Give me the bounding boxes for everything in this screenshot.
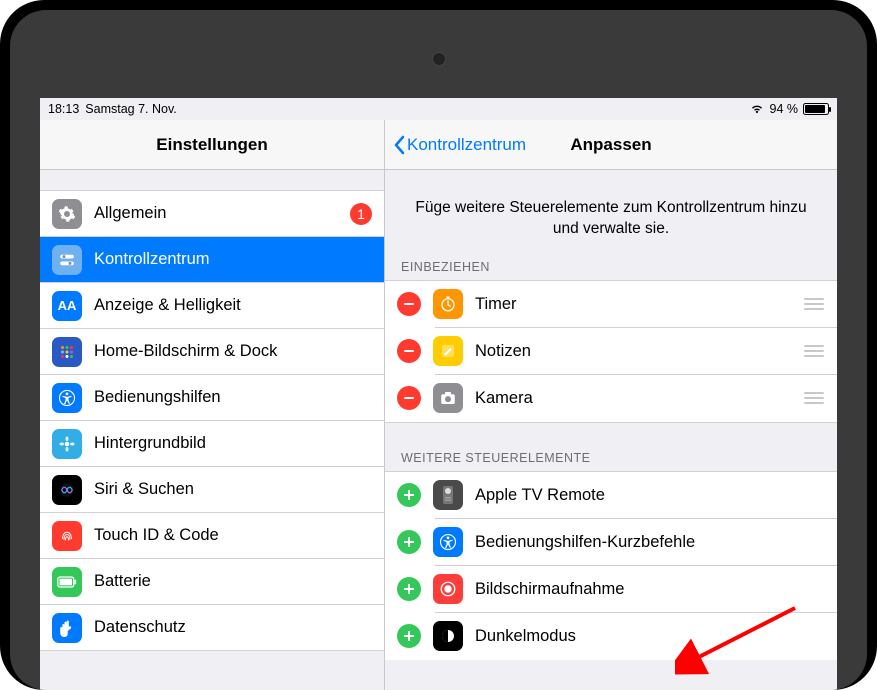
- sidebar-item-display[interactable]: AA Anzeige & Helligkeit: [40, 283, 384, 329]
- sidebar-item-homescreen[interactable]: Home-Bildschirm & Dock: [40, 329, 384, 375]
- control-row-timer[interactable]: Timer: [385, 281, 837, 328]
- accessibility-icon: [433, 527, 463, 557]
- remove-button[interactable]: [397, 292, 421, 316]
- control-label: Bildschirmaufnahme: [475, 580, 825, 599]
- section-description: Füge weitere Steuerelemente zum Kontroll…: [385, 170, 837, 260]
- add-button[interactable]: [397, 577, 421, 601]
- more-section-header: WEITERE STEUERELEMENTE: [385, 451, 837, 471]
- back-label: Kontrollzentrum: [407, 135, 526, 155]
- sidebar-item-label: Hintergrundbild: [94, 434, 372, 453]
- control-label: Kamera: [475, 389, 791, 408]
- remote-icon: [433, 480, 463, 510]
- notification-badge: 1: [350, 203, 372, 225]
- detail-title: Anpassen: [570, 135, 651, 155]
- sidebar-item-battery[interactable]: Batterie: [40, 559, 384, 605]
- sidebar-item-general[interactable]: Allgemein 1: [40, 191, 384, 237]
- add-button[interactable]: [397, 530, 421, 554]
- control-row-appletv[interactable]: Apple TV Remote: [385, 472, 837, 519]
- detail-navbar: Kontrollzentrum Anpassen: [385, 120, 837, 170]
- control-row-camera[interactable]: Kamera: [385, 375, 837, 422]
- camera-icon: [433, 383, 463, 413]
- status-bar: 18:13 Samstag 7. Nov. 94 %: [40, 98, 837, 120]
- add-button[interactable]: [397, 624, 421, 648]
- sidebar-title: Einstellungen: [156, 135, 267, 155]
- sidebar-item-label: Allgemein: [94, 204, 338, 223]
- timer-icon: [433, 289, 463, 319]
- record-icon: [433, 574, 463, 604]
- ipad-bezel: 18:13 Samstag 7. Nov. 94 % Einstellungen: [10, 10, 867, 690]
- remove-button[interactable]: [397, 386, 421, 410]
- text-size-icon: AA: [52, 291, 82, 321]
- control-row-accessibility-shortcut[interactable]: Bedienungshilfen-Kurzbefehle: [385, 519, 837, 566]
- sidebar-item-label: Datenschutz: [94, 618, 372, 637]
- flower-icon: [52, 429, 82, 459]
- control-label: Notizen: [475, 342, 791, 361]
- sidebar-item-label: Kontrollzentrum: [94, 250, 372, 269]
- sidebar-item-touchid[interactable]: Touch ID & Code: [40, 513, 384, 559]
- control-label: Apple TV Remote: [475, 486, 825, 505]
- sidebar-item-label: Siri & Suchen: [94, 480, 372, 499]
- detail-content[interactable]: Füge weitere Steuerelemente zum Kontroll…: [385, 170, 837, 690]
- notes-icon: [433, 336, 463, 366]
- settings-sidebar: Einstellungen Allgemein 1: [40, 120, 385, 690]
- sidebar-item-accessibility[interactable]: Bedienungshilfen: [40, 375, 384, 421]
- detail-pane: Kontrollzentrum Anpassen Füge weitere St…: [385, 120, 837, 690]
- hand-icon: [52, 613, 82, 643]
- sidebar-item-siri[interactable]: Siri & Suchen: [40, 467, 384, 513]
- drag-handle[interactable]: [803, 298, 825, 310]
- back-button[interactable]: Kontrollzentrum: [393, 135, 526, 155]
- drag-handle[interactable]: [803, 345, 825, 357]
- control-row-darkmode[interactable]: Dunkelmodus: [385, 613, 837, 660]
- grid-icon: [52, 337, 82, 367]
- control-row-notes[interactable]: Notizen: [385, 328, 837, 375]
- remove-button[interactable]: [397, 339, 421, 363]
- ipad-frame: 18:13 Samstag 7. Nov. 94 % Einstellungen: [0, 0, 877, 690]
- accessibility-icon: [52, 383, 82, 413]
- control-row-screen-recording[interactable]: Bildschirmaufnahme: [385, 566, 837, 613]
- settings-list: Allgemein 1 Kontrollzentrum AA Anzeige &…: [40, 190, 384, 651]
- control-label: Bedienungshilfen-Kurzbefehle: [475, 533, 825, 552]
- battery-icon: [803, 103, 829, 115]
- sidebar-item-wallpaper[interactable]: Hintergrundbild: [40, 421, 384, 467]
- add-button[interactable]: [397, 483, 421, 507]
- include-section-header: EINBEZIEHEN: [385, 260, 837, 280]
- statusbar-battery-pct: 94 %: [770, 102, 799, 116]
- wifi-icon: [749, 102, 765, 117]
- statusbar-time: 18:13: [48, 102, 79, 116]
- control-label: Dunkelmodus: [475, 627, 825, 646]
- siri-icon: [52, 475, 82, 505]
- sidebar-item-privacy[interactable]: Datenschutz: [40, 605, 384, 651]
- sidebar-item-control-center[interactable]: Kontrollzentrum: [40, 237, 384, 283]
- sidebar-item-label: Batterie: [94, 572, 372, 591]
- more-group: Apple TV Remote Bedienungshilfen-Kurzbef…: [385, 471, 837, 660]
- battery-icon: [52, 567, 82, 597]
- fingerprint-icon: [52, 521, 82, 551]
- statusbar-date: Samstag 7. Nov.: [85, 102, 176, 116]
- darkmode-icon: [433, 621, 463, 651]
- toggles-icon: [52, 245, 82, 275]
- sidebar-item-label: Home-Bildschirm & Dock: [94, 342, 372, 361]
- front-camera: [432, 52, 446, 66]
- sidebar-navbar: Einstellungen: [40, 120, 384, 170]
- gear-icon: [52, 199, 82, 229]
- sidebar-item-label: Touch ID & Code: [94, 526, 372, 545]
- sidebar-item-label: Bedienungshilfen: [94, 388, 372, 407]
- drag-handle[interactable]: [803, 392, 825, 404]
- sidebar-item-label: Anzeige & Helligkeit: [94, 296, 372, 315]
- control-label: Timer: [475, 295, 791, 314]
- include-group: Timer Notizen: [385, 280, 837, 423]
- screen: 18:13 Samstag 7. Nov. 94 % Einstellungen: [40, 98, 837, 690]
